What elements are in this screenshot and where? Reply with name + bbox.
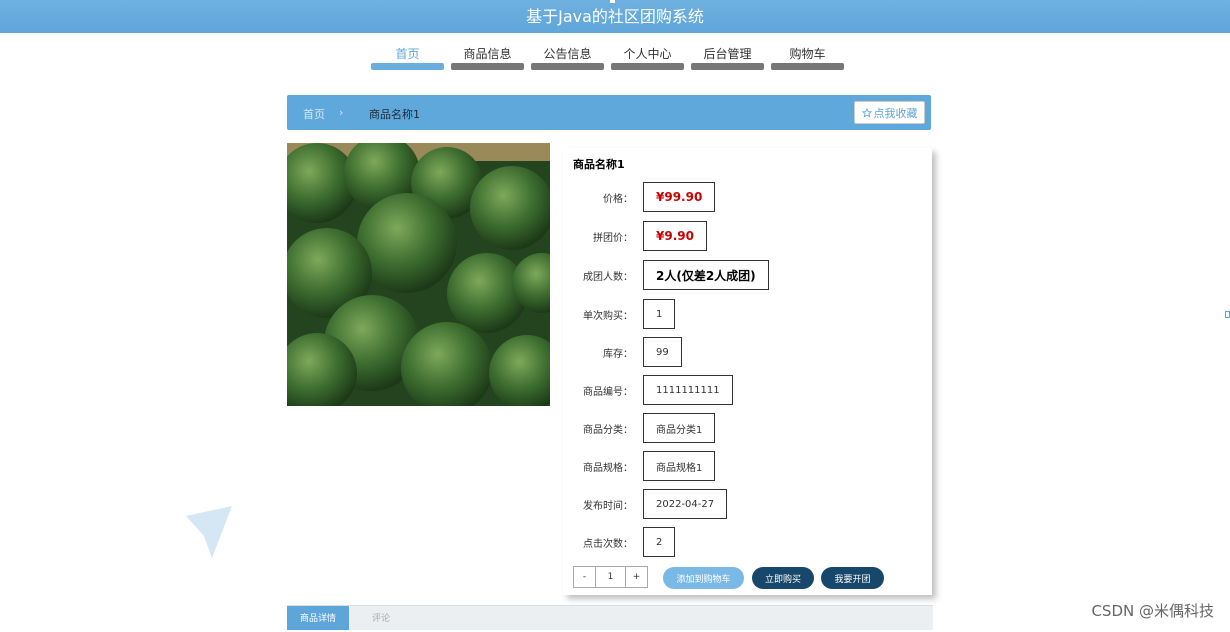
tab-product-details[interactable]: 商品详情: [287, 606, 349, 630]
group-price-label: 拼团价：: [593, 232, 633, 244]
nav-home[interactable]: 首页: [371, 41, 444, 70]
product-image: [287, 143, 550, 406]
price-value: ¥99.90: [643, 182, 716, 212]
quantity-plus-button[interactable]: +: [626, 567, 647, 587]
group-price-row: 拼团价： ¥9.90: [563, 221, 707, 251]
paper-plane-decoration: [186, 506, 232, 558]
category-row: 商品分类： 商品分类1: [563, 413, 716, 443]
group-size-row: 成团人数： 2人(仅差2人成团): [563, 260, 769, 290]
clicks-row: 点击次数： 2: [563, 527, 676, 557]
buy-now-button[interactable]: 立即购买: [752, 567, 814, 589]
price-label: 价格：: [603, 193, 633, 205]
category-value: 商品分类1: [643, 413, 716, 443]
favorite-label: 点我收藏: [873, 106, 918, 120]
spec-label: 商品规格：: [583, 462, 633, 474]
group-size-value: 2人(仅差2人成团): [643, 260, 769, 290]
detail-tabs: 商品详情 评论: [287, 605, 933, 630]
clicks-value: 2: [643, 527, 676, 557]
product-name: 商品名称1: [573, 158, 625, 171]
watermark: CSDN @米偶科技: [1091, 602, 1214, 620]
nav-admin[interactable]: 后台管理: [691, 41, 764, 70]
clicks-label: 点击次数：: [583, 538, 633, 550]
app-header: 基于Java的社区团购系统: [0, 0, 1230, 33]
add-to-cart-button[interactable]: 添加到购物车: [663, 567, 744, 589]
category-label: 商品分类：: [583, 424, 633, 436]
main-nav: 首页 商品信息 公告信息 个人中心 后台管理 购物车: [371, 41, 844, 70]
nav-cart[interactable]: 购物车: [771, 41, 844, 70]
single-buy-label: 单次购买：: [583, 310, 633, 322]
spec-value: 商品规格1: [643, 451, 716, 481]
tab-comments[interactable]: 评论: [372, 606, 390, 630]
quantity-minus-button[interactable]: -: [574, 567, 595, 587]
code-value: 1111111111: [643, 375, 733, 405]
stock-row: 库存： 99: [563, 337, 682, 367]
favorite-button[interactable]: 点我收藏: [854, 101, 925, 124]
breadcrumb: 首页 › 商品名称1 点我收藏: [287, 95, 931, 130]
nav-profile[interactable]: 个人中心: [611, 41, 684, 70]
publish-time-label: 发布时间：: [583, 500, 633, 512]
publish-time-row: 发布时间： 2022-04-27: [563, 489, 728, 519]
quantity-stepper: - 1 +: [573, 566, 648, 588]
star-icon: [861, 107, 872, 118]
stock-value: 99: [643, 337, 682, 367]
price-row: 价格： ¥99.90: [563, 182, 716, 212]
broccoli-image: [287, 143, 550, 406]
single-buy-row: 单次购买： 1: [563, 299, 676, 329]
nav-announcements[interactable]: 公告信息: [531, 41, 604, 70]
code-label: 商品编号：: [583, 386, 633, 398]
group-size-label: 成团人数：: [583, 271, 633, 283]
breadcrumb-current: 商品名称1: [369, 108, 420, 121]
stock-label: 库存：: [603, 348, 633, 360]
nav-products[interactable]: 商品信息: [451, 41, 524, 70]
breadcrumb-home-link[interactable]: 首页: [303, 106, 325, 122]
single-buy-value: 1: [643, 299, 676, 329]
window-handle: [610, 0, 615, 3]
breadcrumb-separator: ›: [339, 106, 344, 119]
quantity-input[interactable]: 1: [595, 567, 626, 587]
product-info-panel: 商品名称1 价格： ¥99.90 拼团价： ¥9.90 成团人数： 2人(仅差2…: [563, 148, 932, 595]
group-price-value: ¥9.90: [643, 221, 707, 251]
start-group-button[interactable]: 我要开团: [821, 567, 884, 589]
app-title: 基于Java的社区团购系统: [526, 7, 704, 26]
publish-time-value: 2022-04-27: [643, 489, 728, 519]
resize-handle[interactable]: [1225, 311, 1230, 318]
code-row: 商品编号： 1111111111: [563, 375, 733, 405]
spec-row: 商品规格： 商品规格1: [563, 451, 716, 481]
